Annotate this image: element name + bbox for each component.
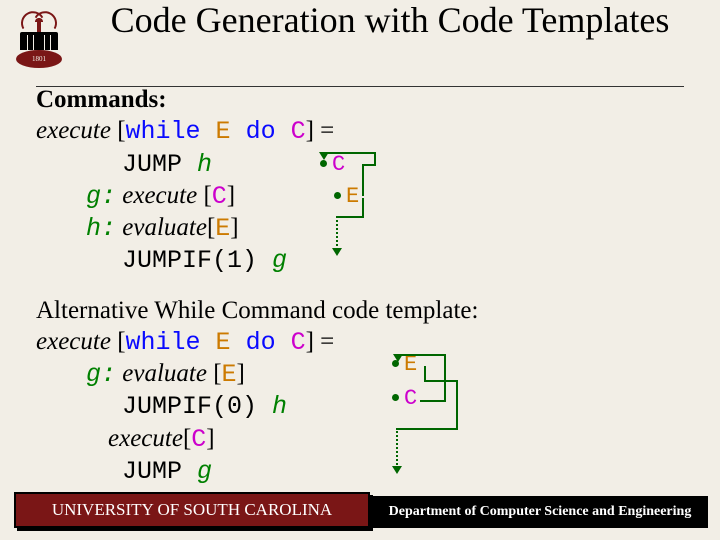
flow-diagram-1: C E — [314, 156, 404, 266]
university-banner: UNIVERSITY OF SOUTH CAROLINA — [14, 492, 370, 528]
alt-heading: Alternative While Command code template: — [36, 295, 700, 326]
flow-diagram-2: E C — [386, 354, 486, 484]
jump-h: JUMP h — [122, 148, 700, 180]
diag1-e: E — [346, 184, 359, 209]
commands-heading-text: Commands: — [36, 86, 167, 113]
diag2-c: C — [404, 386, 417, 411]
sc-logo: 1801 — [14, 10, 64, 68]
alt-exec-while: execute [while E do C] = — [36, 326, 700, 358]
logo-year: 1801 — [16, 50, 62, 68]
jumpif-g: JUMPIF(1) g — [122, 244, 700, 276]
exec-while-line: execute [while E do C] = — [36, 115, 700, 147]
department-banner: Department of Computer Science and Engin… — [372, 496, 708, 528]
slide-body: Commands: execute [while E do C] = JUMP … — [36, 84, 700, 519]
slide-title: Code Generation with Code Templates — [70, 2, 710, 40]
commands-heading: Commands: — [36, 84, 700, 115]
diag1-c: C — [332, 152, 345, 177]
